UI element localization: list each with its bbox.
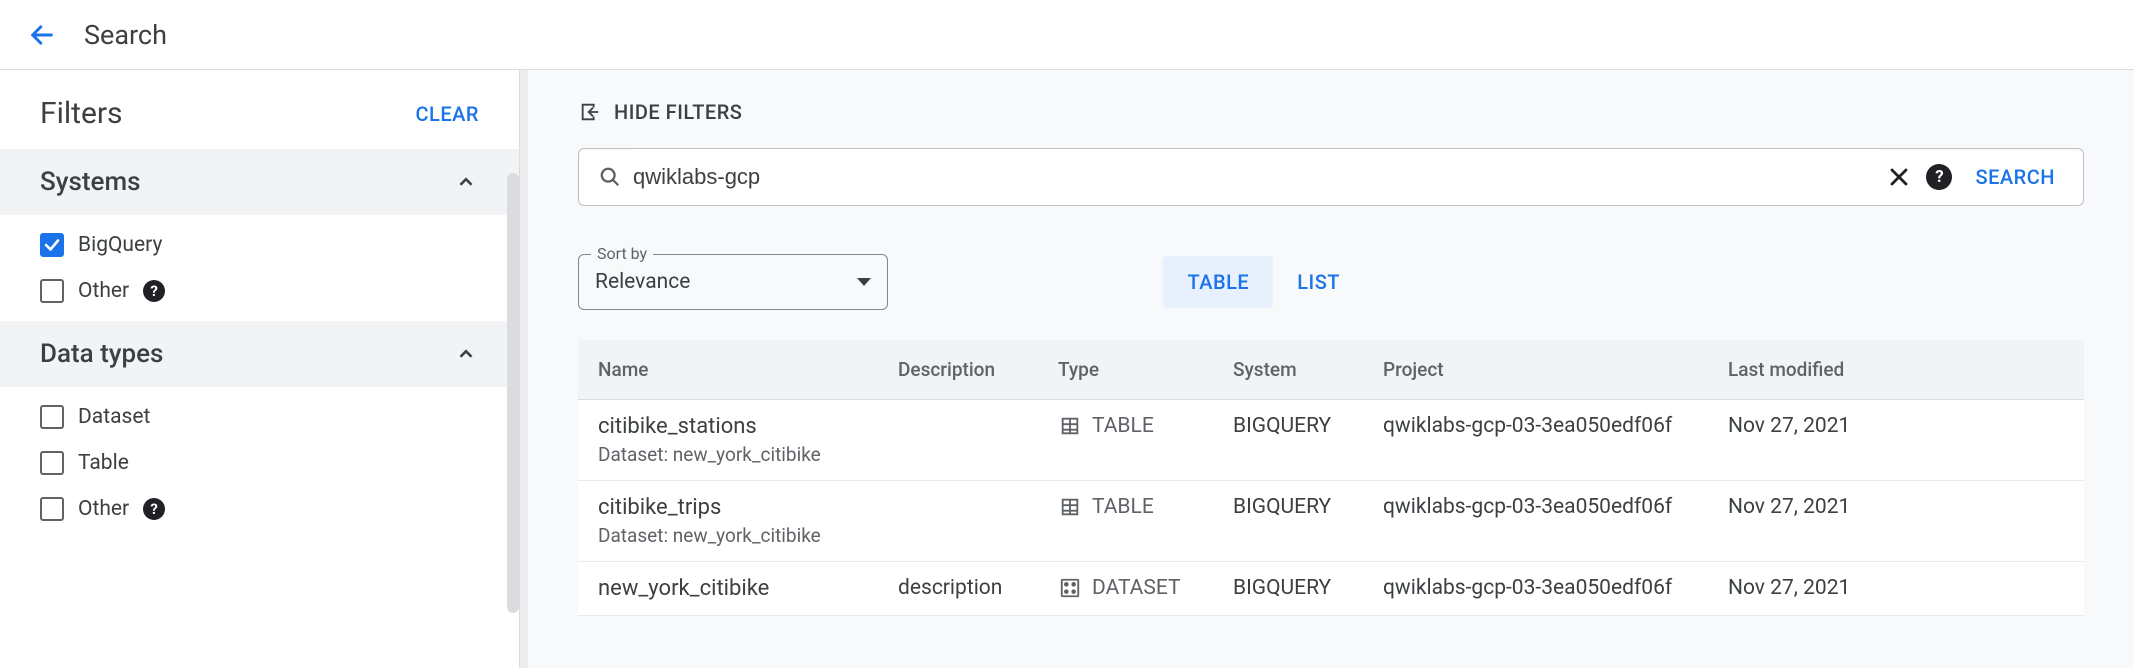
- back-arrow-icon[interactable]: [28, 21, 56, 49]
- column-name[interactable]: Name: [578, 340, 878, 400]
- checkbox[interactable]: [40, 451, 64, 475]
- filter-section-header-datatypes[interactable]: Data types: [0, 321, 519, 387]
- filter-option-bigquery[interactable]: BigQuery: [40, 233, 479, 257]
- cell-system: BIGQUERY: [1213, 481, 1363, 562]
- chevron-up-icon: [453, 341, 479, 367]
- filter-options: BigQuery Other ?: [0, 215, 519, 321]
- search-icon: [597, 149, 623, 205]
- filter-section-header-systems[interactable]: Systems: [0, 149, 519, 215]
- table-row[interactable]: new_york_citibike description DATASET BIGQU…: [578, 562, 2084, 616]
- view-toggle-list[interactable]: LIST: [1273, 256, 1364, 308]
- filter-section-systems: Systems BigQuery: [0, 149, 519, 321]
- hide-filters-label: HIDE FILTERS: [614, 100, 742, 124]
- cell-type: DATASET: [1038, 562, 1213, 616]
- page-title: Search: [84, 19, 167, 51]
- scrollbar[interactable]: [507, 173, 519, 613]
- filter-option-other-systems[interactable]: Other ?: [40, 279, 479, 303]
- checkbox[interactable]: [40, 405, 64, 429]
- search-bar: ? SEARCH: [578, 148, 2084, 206]
- checkbox[interactable]: [40, 279, 64, 303]
- filters-title: Filters: [40, 96, 123, 131]
- cell-last-modified: Nov 27, 2021: [1708, 400, 2084, 481]
- filters-sidebar: Filters CLEAR Systems BigQuery: [0, 70, 520, 668]
- dataset-icon: [1058, 576, 1082, 600]
- table-row[interactable]: citibike_stations Dataset: new_york_citib…: [578, 400, 2084, 481]
- cell-type: TABLE: [1038, 481, 1213, 562]
- hide-filters-button[interactable]: HIDE FILTERS: [578, 100, 2084, 124]
- help-icon[interactable]: ?: [143, 498, 165, 520]
- filter-section-title: Data types: [40, 339, 163, 369]
- controls-row: Sort by Relevance TABLE LIST: [578, 254, 2084, 310]
- sort-by-select[interactable]: Sort by Relevance: [578, 254, 888, 310]
- table-icon: [1058, 414, 1082, 438]
- view-toggle-table[interactable]: TABLE: [1163, 256, 1273, 308]
- cell-description: [878, 400, 1038, 481]
- cell-system: BIGQUERY: [1213, 562, 1363, 616]
- filter-options: Dataset Table Other ?: [0, 387, 519, 539]
- type-label: DATASET: [1092, 576, 1181, 600]
- sort-by-value: Relevance: [595, 270, 857, 294]
- cell-system: BIGQUERY: [1213, 400, 1363, 481]
- column-system[interactable]: System: [1213, 340, 1363, 400]
- cell-description: description: [878, 562, 1038, 616]
- table-row[interactable]: citibike_trips Dataset: new_york_citibike…: [578, 481, 2084, 562]
- body: Filters CLEAR Systems BigQuery: [0, 70, 2134, 668]
- filter-option-dataset[interactable]: Dataset: [40, 405, 479, 429]
- cell-name: citibike_trips Dataset: new_york_citibike: [578, 481, 878, 562]
- cell-name: citibike_stations Dataset: new_york_citib…: [578, 400, 878, 481]
- row-subtitle: Dataset: new_york_citibike: [598, 524, 858, 547]
- column-description[interactable]: Description: [878, 340, 1038, 400]
- filter-section-datatypes: Data types Dataset: [0, 321, 519, 539]
- filter-option-table[interactable]: Table: [40, 451, 479, 475]
- cell-description: [878, 481, 1038, 562]
- type-label: TABLE: [1092, 414, 1154, 438]
- cell-project: qwiklabs-gcp-03-3ea050edf06f: [1363, 481, 1708, 562]
- clear-search-button[interactable]: [1879, 149, 1919, 205]
- row-subtitle: Dataset: new_york_citibike: [598, 443, 858, 466]
- filter-option-label: Table: [78, 451, 129, 475]
- table-icon: [1058, 495, 1082, 519]
- cell-project: qwiklabs-gcp-03-3ea050edf06f: [1363, 400, 1708, 481]
- panel-collapse-icon: [578, 100, 602, 124]
- type-label: TABLE: [1092, 495, 1154, 519]
- filter-option-label: Other: [78, 497, 129, 521]
- cell-name: new_york_citibike: [578, 562, 878, 616]
- sort-by-label: Sort by: [591, 244, 653, 263]
- view-toggle: TABLE LIST: [1163, 256, 1364, 308]
- chevron-up-icon: [453, 169, 479, 195]
- column-type[interactable]: Type: [1038, 340, 1213, 400]
- filter-option-label: Dataset: [78, 405, 150, 429]
- main-content: HIDE FILTERS ? SEARCH Sort by Relevanc: [520, 70, 2134, 668]
- filter-option-label: BigQuery: [78, 233, 162, 257]
- caret-down-icon: [857, 278, 871, 286]
- row-name: citibike_trips: [598, 495, 858, 520]
- checkbox[interactable]: [40, 497, 64, 521]
- header: Search: [0, 0, 2134, 70]
- filters-header: Filters CLEAR: [0, 78, 519, 149]
- results-table: Name Description Type System Project Las…: [578, 340, 2084, 616]
- help-icon[interactable]: ?: [143, 280, 165, 302]
- clear-filters-button[interactable]: CLEAR: [415, 102, 479, 126]
- search-help-button[interactable]: ?: [1919, 149, 1959, 205]
- cell-last-modified: Nov 27, 2021: [1708, 481, 2084, 562]
- cell-type: TABLE: [1038, 400, 1213, 481]
- column-last-modified[interactable]: Last modified: [1708, 340, 2084, 400]
- checkbox[interactable]: [40, 233, 64, 257]
- help-icon: ?: [1926, 164, 1952, 190]
- search-button[interactable]: SEARCH: [1959, 149, 2071, 205]
- cell-project: qwiklabs-gcp-03-3ea050edf06f: [1363, 562, 1708, 616]
- search-input[interactable]: [633, 149, 1879, 205]
- filter-option-label: Other: [78, 279, 129, 303]
- filter-section-title: Systems: [40, 167, 140, 197]
- cell-last-modified: Nov 27, 2021: [1708, 562, 2084, 616]
- row-name: new_york_citibike: [598, 576, 858, 601]
- filter-option-other-datatypes[interactable]: Other ?: [40, 497, 479, 521]
- row-name: citibike_stations: [598, 414, 858, 439]
- table-header-row: Name Description Type System Project Las…: [578, 340, 2084, 400]
- column-project[interactable]: Project: [1363, 340, 1708, 400]
